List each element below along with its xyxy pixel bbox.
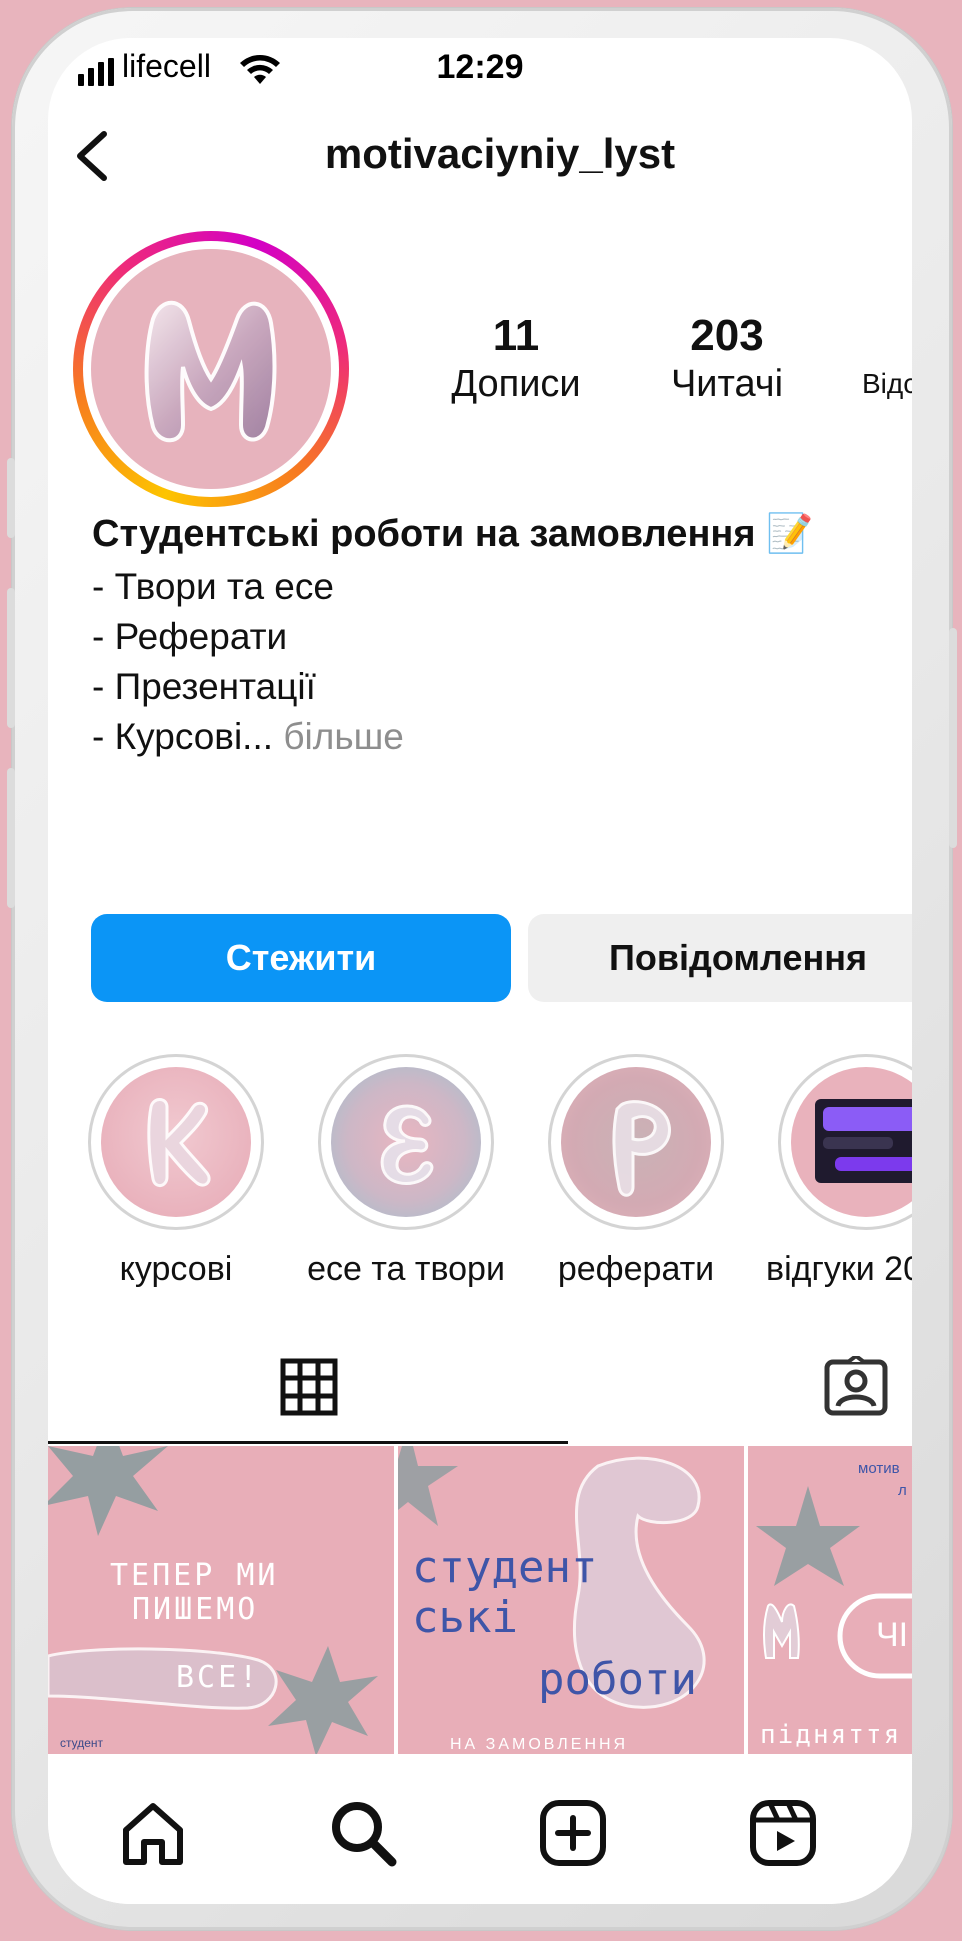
grid-icon: [280, 1358, 338, 1416]
highlight-ring: [318, 1054, 494, 1230]
bio-more-link[interactable]: більше: [283, 716, 404, 757]
highlight-cover: [791, 1067, 912, 1217]
tagged-icon: [824, 1356, 888, 1416]
post-text: мотив: [858, 1460, 900, 1477]
post-text: ПИШЕМО: [132, 1592, 259, 1627]
search-icon[interactable]: [328, 1798, 398, 1868]
clock: 12:29: [436, 48, 524, 86]
post-thumbnail[interactable]: студент ські роботи НА ЗАМОВЛЕННЯ: [398, 1446, 744, 1754]
chat-screenshot: [815, 1099, 912, 1183]
highlight-item[interactable]: есе та твори: [307, 1054, 505, 1288]
highlight-cover: [561, 1067, 711, 1217]
post-decoration: [756, 1486, 912, 1679]
bio-line: - Твори та есе: [92, 566, 334, 607]
highlight-ring: [548, 1054, 724, 1230]
side-button: [7, 458, 15, 538]
side-button: [949, 628, 957, 848]
stat-followers-value: 203: [690, 311, 764, 360]
message-button[interactable]: Повідомлення: [528, 914, 912, 1002]
highlight-label: курсові: [119, 1250, 233, 1288]
stat-followers-label: Читачі: [670, 363, 784, 405]
create-icon[interactable]: [538, 1798, 608, 1868]
highlight-label: реферати: [557, 1250, 715, 1288]
bio-line-last: - Курсові... більше: [92, 716, 404, 758]
bio-line: - Курсові...: [92, 716, 274, 757]
highlight-label: есе та твори: [307, 1250, 505, 1288]
home-icon[interactable]: [118, 1798, 188, 1868]
post-text: ські: [412, 1592, 518, 1643]
post-button-text: ЧІ: [876, 1616, 909, 1654]
highlight-cover: [331, 1067, 481, 1217]
post-thumbnail[interactable]: мотив л ЧІ піднят­тя: [748, 1446, 912, 1754]
reels-icon[interactable]: [748, 1798, 818, 1868]
avatar-image: [91, 249, 331, 489]
post-text: л: [898, 1482, 907, 1499]
bottom-navigation: [48, 1768, 912, 1904]
avatar[interactable]: [73, 231, 349, 507]
side-button: [7, 588, 15, 728]
stat-following-label[interactable]: Відс: [862, 368, 912, 400]
phone-screen: lifecell 12:29 motivaciyniy_lyst 11 Допи…: [48, 38, 912, 1904]
bio-line: - Презентації: [92, 666, 316, 707]
post-footer: студент: [60, 1736, 104, 1750]
stat-posts[interactable]: 11 Дописи: [426, 310, 606, 406]
highlight-ring: [88, 1054, 264, 1230]
post-text: ВСЕ!: [176, 1660, 261, 1695]
post-footer: НА ЗАМОВЛЕННЯ: [450, 1736, 629, 1753]
stat-followers[interactable]: 203 Читачі: [652, 310, 802, 406]
post-text: ТЕПЕР МИ: [110, 1558, 279, 1593]
glass-letter-m-icon: [144, 300, 277, 443]
highlight-ring: [778, 1054, 912, 1230]
post-text: роботи: [538, 1654, 697, 1705]
stat-posts-value: 11: [492, 311, 540, 360]
glass-letter-k-icon: [147, 1098, 211, 1187]
post-thumbnail[interactable]: ТЕПЕР МИ ПИШЕМО ВСЕ! студент: [48, 1446, 394, 1754]
post-text: піднят­тя: [760, 1720, 902, 1750]
profile-username: motivaciyniy_lyst: [324, 130, 676, 177]
highlight-item[interactable]: відгуки 20: [766, 1054, 912, 1288]
glass-letter-e-icon: [380, 1104, 434, 1185]
side-button: [7, 768, 15, 908]
status-bar: lifecell 12:29: [48, 38, 912, 98]
bio-line: - Реферати: [92, 616, 288, 657]
highlight-item[interactable]: реферати: [546, 1054, 726, 1288]
highlight-cover: [101, 1067, 251, 1217]
glass-letter-p-icon: [612, 1100, 671, 1197]
stat-posts-label: Дописи: [451, 363, 581, 405]
follow-button[interactable]: Стежити: [91, 914, 511, 1002]
bio-title: Студентські роботи на замовлення 📝: [92, 513, 814, 555]
tab-posts-grid[interactable]: [48, 1328, 568, 1444]
highlight-label: відгуки 20: [766, 1250, 912, 1288]
highlight-item[interactable]: курсові: [86, 1054, 266, 1288]
tab-tagged[interactable]: [568, 1328, 912, 1444]
post-text: студент: [412, 1542, 598, 1593]
